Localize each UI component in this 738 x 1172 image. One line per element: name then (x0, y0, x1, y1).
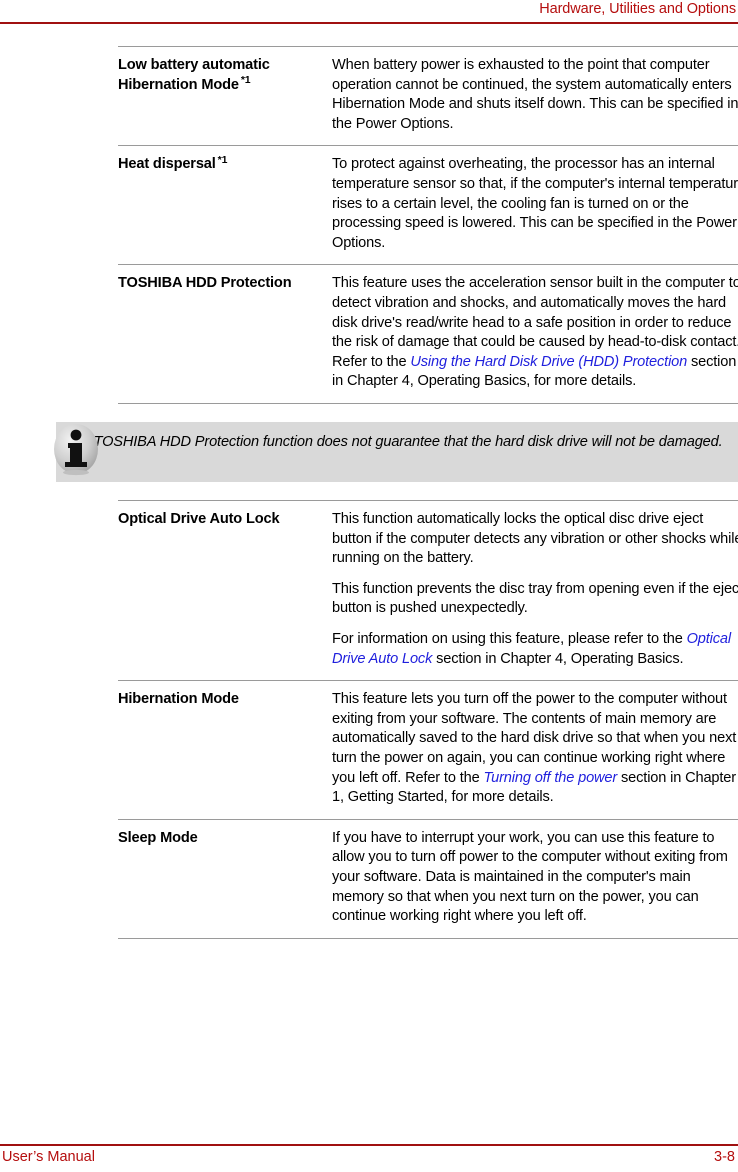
feature-term-label: Optical Drive Auto Lock (118, 511, 280, 527)
cross-reference-link[interactable]: Using the Hard Disk Drive (HDD) Protecti… (410, 354, 687, 370)
description-paragraph: This feature uses the acceleration senso… (332, 274, 738, 392)
feature-description: When battery power is exhausted to the p… (332, 45, 738, 146)
table-row: Low battery automatic Hibernation Mode *1… (118, 45, 738, 146)
info-note-body: The TOSHIBA HDD Protection function does… (56, 422, 738, 482)
description-paragraph: For information on using this feature, p… (332, 630, 738, 669)
table-row: TOSHIBA HDD Protection This feature uses … (118, 264, 738, 404)
description-paragraph: When battery power is exhausted to the p… (332, 56, 738, 134)
description-paragraph: If you have to interrupt your work, you … (332, 829, 738, 927)
page-content-lower: Optical Drive Auto Lock This function aut… (118, 499, 738, 939)
header-title: Hardware, Utilities and Options (539, 1, 736, 17)
feature-term: Hibernation Mode (118, 680, 332, 820)
description-paragraph: To protect against overheating, the proc… (332, 155, 738, 253)
feature-term-label: Sleep Mode (118, 829, 198, 846)
footer-manual-label: User’s Manual (2, 1149, 95, 1165)
page-content: Low battery automatic Hibernation Mode *1… (118, 45, 738, 404)
feature-description: This feature lets you turn off the power… (332, 680, 738, 820)
table-row: Sleep Mode If you have to interrupt your … (118, 818, 738, 939)
feature-table-top: Low battery automatic Hibernation Mode *1… (118, 45, 738, 404)
page-header: Hardware, Utilities and Options (0, 0, 738, 26)
description-text: This function prevents the disc tray fro… (332, 580, 738, 617)
feature-description: To protect against overheating, the proc… (332, 145, 738, 265)
feature-table-top-body: Low battery automatic Hibernation Mode *1… (118, 45, 738, 404)
info-icon (0, 422, 98, 482)
feature-description: This function automatically locks the op… (332, 499, 738, 681)
feature-term: Low battery automatic Hibernation Mode *1 (118, 45, 332, 146)
feature-term: Optical Drive Auto Lock (118, 499, 332, 681)
feature-description: If you have to interrupt your work, you … (332, 818, 738, 939)
footer-rule (0, 1144, 738, 1146)
table-row: Heat dispersal *1 To protect against overh… (118, 145, 738, 265)
info-note: The TOSHIBA HDD Protection function does… (0, 422, 738, 482)
description-text: If you have to interrupt your work, you … (332, 829, 728, 925)
feature-term: Heat dispersal *1 (118, 145, 332, 265)
description-text: section in Chapter 4, Operating Basics. (432, 650, 684, 667)
table-row: Hibernation Mode This feature lets you tu… (118, 680, 738, 820)
feature-term: TOSHIBA HDD Protection (118, 264, 332, 404)
feature-term-label: TOSHIBA HDD Protection (118, 275, 292, 292)
table-row: Optical Drive Auto Lock This function aut… (118, 499, 738, 681)
feature-term: Sleep Mode (118, 818, 332, 939)
feature-term-label: Hibernation Mode (118, 691, 239, 708)
description-paragraph: This function prevents the disc tray fro… (332, 580, 738, 619)
footnote-marker: *1 (240, 73, 251, 86)
cross-reference-link[interactable]: Turning off the power (483, 770, 617, 786)
description-text: When battery power is exhausted to the p… (332, 57, 738, 132)
header-rule (0, 22, 738, 24)
feature-term-label: Heat dispersal (118, 156, 216, 173)
feature-table-bottom: Optical Drive Auto Lock This function aut… (118, 499, 738, 939)
description-text: For information on using this feature, p… (332, 630, 687, 647)
feature-table-bottom-body: Optical Drive Auto Lock This function aut… (118, 499, 738, 939)
page-footer: User’s Manual 3-8 (0, 1136, 738, 1172)
footer-page-number: 3-8 (714, 1149, 735, 1165)
feature-description: This feature uses the acceleration senso… (332, 264, 738, 404)
description-text: This function automatically locks the op… (332, 511, 738, 567)
description-text: To protect against overheating, the proc… (332, 156, 738, 251)
footnote-marker: *1 (217, 153, 228, 166)
description-paragraph: This function automatically locks the op… (332, 510, 738, 569)
description-paragraph: This feature lets you turn off the power… (332, 690, 738, 808)
info-note-text: The TOSHIBA HDD Protection function does… (65, 434, 723, 450)
